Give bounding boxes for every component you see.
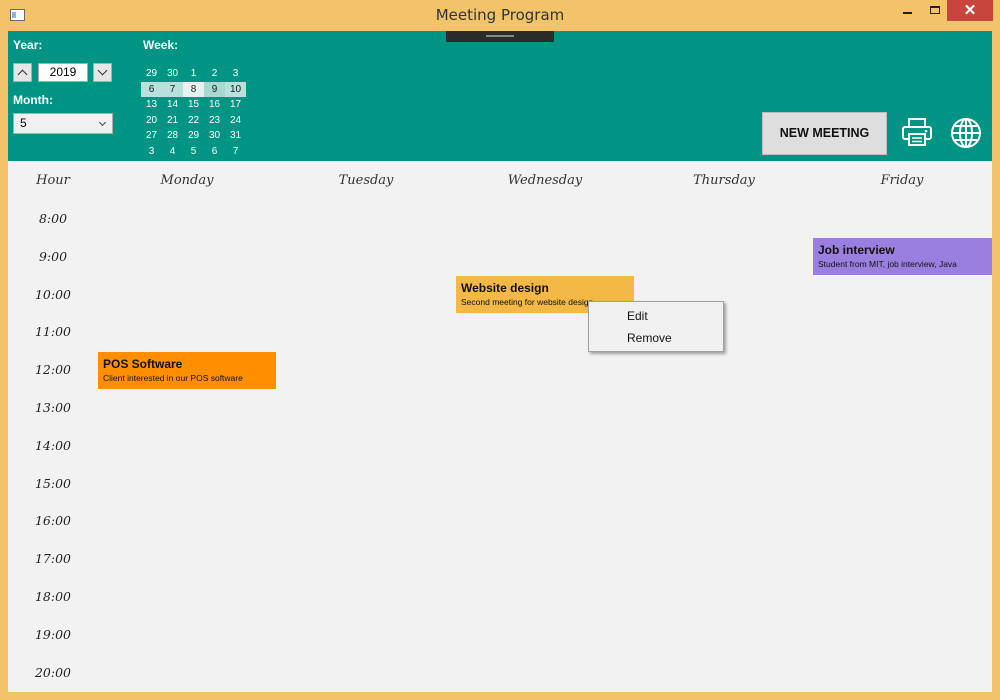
week-day-cell[interactable]: 28 [162,128,183,144]
week-day-cell[interactable]: 23 [204,113,225,129]
week-day-cell[interactable]: 20 [141,113,162,129]
hour-label: 8:00 [38,211,68,226]
day-header-monday: Monday [160,173,214,188]
week-day-cell[interactable]: 3 [225,66,246,82]
title-bar[interactable]: Meeting Program ✕ [0,0,1000,31]
week-day-cell[interactable]: 5 [183,144,204,160]
context-menu: Edit Remove [588,301,724,352]
hour-label: 20:00 [34,664,72,680]
week-label: Week: [143,38,179,52]
close-button[interactable]: ✕ [947,0,993,21]
week-day-cell[interactable]: 31 [225,128,246,144]
meeting-title: Website design [461,281,549,295]
week-row[interactable]: 34567 [141,144,246,160]
meeting-description: Student from MIT, job interview, Java [818,259,957,269]
hour-label: 15:00 [34,475,72,491]
week-row[interactable]: 13 14 15 16 17 [141,97,246,113]
week-day-cell[interactable]: 7 [162,81,183,97]
day-header-wednesday: Wednesday [507,173,583,188]
new-meeting-button[interactable]: NEW MEETING [762,112,887,155]
meeting-card-job-interview[interactable]: Job interview Student from MIT, job inte… [813,238,992,275]
week-day-cell[interactable]: 1 [183,66,204,82]
minimize-icon [902,12,912,14]
hour-label: 14:00 [34,437,72,453]
week-day-cell[interactable]: 2 [204,66,225,82]
day-header-tuesday: Tuesday [338,173,394,188]
hour-label: 12:00 [34,362,72,378]
week-row[interactable]: 6 7 8 9 10 [141,81,246,97]
hour-label: 13:00 [34,400,72,415]
chevron-down-icon [98,118,107,127]
minimize-button[interactable] [892,0,922,22]
header-panel: Year: 2019 Month: 5 Week: 29 30 1 2 3 6 7 8 9 10 1… [8,31,992,161]
week-day-cell[interactable]: 9 [204,81,225,97]
meeting-description: Client interested in our POS software [103,373,243,383]
hour-label: 9:00 [38,248,68,264]
grip-icon [486,35,514,37]
year-label: Year: [13,38,43,52]
week-day-cell[interactable]: 14 [162,97,183,113]
maximize-icon [930,6,940,14]
day-header-friday: Friday [880,173,924,188]
chevron-up-icon [17,69,28,80]
week-day-cell[interactable]: 4 [162,144,183,160]
week-day-cell[interactable]: 8 [183,81,204,97]
menu-item-remove[interactable]: Remove [589,328,723,349]
hour-label: 18:00 [34,589,72,604]
drag-handle[interactable] [446,31,554,42]
week-picker: 29 30 1 2 3 6 7 8 9 10 13 14 15 16 17 20 21 22 23 24 27 28 29 3… [141,66,246,159]
year-field[interactable]: 2019 [38,63,88,82]
week-day-cell[interactable]: 24 [225,113,246,129]
week-day-cell[interactable]: 29 [141,66,162,82]
close-icon: ✕ [963,2,977,19]
maximize-button[interactable] [920,0,950,22]
week-row[interactable]: 27 28 29 30 31 [141,128,246,144]
year-decrement-button[interactable] [93,63,112,82]
week-day-cell[interactable]: 16 [204,97,225,113]
week-day-cell[interactable]: 10 [225,81,246,97]
week-row[interactable]: 20 21 22 23 24 [141,113,246,129]
hour-label: 10:00 [34,286,72,302]
app-window: Meeting Program ✕ Year: 2019 Month: 5 We… [0,0,1000,700]
week-day-cell[interactable]: 6 [141,81,162,97]
hour-label: 17:00 [34,551,72,567]
language-button[interactable] [950,117,982,149]
meeting-title: Job interview [818,243,895,257]
globe-icon [951,118,981,148]
window-title: Meeting Program [435,6,565,24]
week-day-cell[interactable]: 7 [225,144,246,160]
menu-item-edit[interactable]: Edit [589,306,723,327]
week-row[interactable]: 29 30 1 2 3 [141,66,246,82]
week-day-cell[interactable]: 3 [141,144,162,160]
meeting-card-pos-software[interactable]: POS Software Client interested in our PO… [98,352,276,389]
week-calendar: Hour Monday Tuesday Wednesday Thursday F… [8,161,992,692]
week-day-cell[interactable]: 30 [204,128,225,144]
hour-label: 16:00 [34,513,72,529]
week-day-cell[interactable]: 15 [183,97,204,113]
week-day-cell[interactable]: 17 [225,97,246,113]
month-label: Month: [13,93,53,107]
chevron-down-icon [97,65,108,76]
month-select-value: 5 [20,116,27,130]
week-day-cell[interactable]: 21 [162,113,183,129]
week-day-cell[interactable]: 13 [141,97,162,113]
week-day-cell[interactable]: 22 [183,113,204,129]
month-select[interactable]: 5 [13,113,113,134]
year-increment-button[interactable] [13,63,32,82]
week-day-cell[interactable]: 27 [141,128,162,144]
day-header-thursday: Thursday [693,173,755,188]
week-day-cell[interactable]: 29 [183,128,204,144]
week-day-cell[interactable]: 6 [204,144,225,160]
printer-icon [902,118,932,146]
hour-label: 19:00 [34,626,72,642]
print-button[interactable] [901,117,933,147]
week-day-cell[interactable]: 30 [162,66,183,82]
meeting-title: POS Software [103,357,183,371]
hour-label: 11:00 [34,324,72,340]
